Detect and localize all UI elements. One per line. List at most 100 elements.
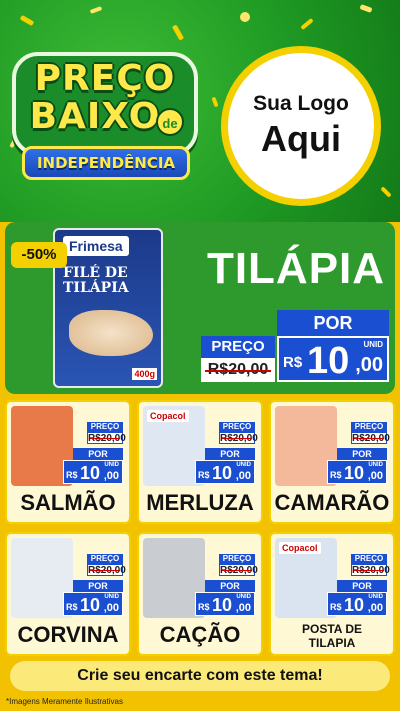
new-price: R$ 10 UNID ,00 (327, 460, 387, 484)
badge-de: de (156, 108, 184, 136)
price-integer: 10 (307, 340, 350, 382)
badge-band: INDEPENDÊNCIA (22, 146, 190, 180)
fish-fillet-image (69, 310, 153, 356)
price-currency: R$ (330, 470, 342, 480)
confetti-decoration (380, 186, 392, 198)
price-integer: 10 (80, 463, 101, 483)
product-card[interactable]: Copacol PREÇOR$20,00 POR R$10UNID ,00 MERLUZA (137, 400, 263, 524)
logo-placeholder[interactable]: Sua Logo Aqui (221, 46, 381, 206)
old-price: R$20,00 (87, 432, 126, 444)
new-price: R$ 10 UNID ,00 (277, 336, 389, 382)
cta-banner[interactable]: Crie seu encarte com este tema! (10, 661, 390, 691)
por-label: POR (277, 310, 389, 336)
product-name: CORVINA (17, 622, 119, 647)
preco-label: PREÇO (201, 336, 275, 358)
strikethrough (90, 438, 120, 439)
pack-name-line2: TILÁPIA (63, 280, 129, 296)
price-integer: 10 (212, 595, 233, 615)
confetti-decoration (300, 17, 314, 31)
new-price: R$ 10 UNID ,00 (63, 592, 123, 616)
old-price: R$20,00 (351, 564, 390, 576)
price-decimal: ,00 (367, 602, 383, 614)
price-decimal: ,00 (367, 470, 383, 482)
product-name: CAMARÃO (274, 490, 390, 515)
price-integer: 10 (212, 463, 233, 483)
pack-brand: Frimesa (63, 236, 129, 256)
strikethrough (222, 438, 252, 439)
pack-weight: 400g (132, 368, 157, 380)
por-label: POR (73, 580, 123, 592)
price-unit: UNID (368, 594, 383, 600)
product-image-brand: Copacol (279, 542, 321, 554)
hero-price-box: POR PREÇO R$20,00 R$ 10 UNID ,00 (201, 310, 389, 382)
confetti-decoration (89, 6, 103, 14)
preco-label: PREÇO (219, 554, 255, 564)
price-unit: UNID (363, 340, 383, 349)
por-label: POR (205, 580, 255, 592)
price-unit: UNID (236, 594, 251, 600)
product-name: SALMÃO (20, 490, 116, 515)
price-unit: UNID (104, 462, 119, 468)
new-price: R$ 10 UNID ,00 (195, 592, 255, 616)
old-price: R$20,00 (219, 564, 258, 576)
price-currency: R$ (66, 602, 78, 612)
price-decimal: ,00 (103, 602, 119, 614)
price-integer: 10 (344, 595, 365, 615)
pack-name-line1: FILÉ DE (63, 265, 128, 281)
por-label: POR (205, 448, 255, 460)
product-name: CAÇÃO (159, 622, 241, 647)
price-currency: R$ (283, 354, 303, 371)
price-unit: UNID (368, 462, 383, 468)
old-price: R$20,00 (87, 564, 126, 576)
confetti-decoration (211, 96, 219, 108)
product-card[interactable]: PREÇOR$20,00 POR R$10UNID ,00 CAÇÃO (137, 532, 263, 656)
por-label: POR (337, 448, 387, 460)
price-integer: 10 (80, 595, 101, 615)
preco-label: PREÇO (351, 422, 387, 432)
preco-label: PREÇO (87, 422, 123, 432)
product-image-brand: Copacol (147, 410, 189, 422)
disclaimer: *Imagens Meramente Ilustrativas (6, 697, 123, 706)
product-card[interactable]: Copacol PREÇOR$20,00 POR R$10UNID ,00 POSTA D… (269, 532, 395, 656)
confetti-decoration (240, 12, 250, 22)
pack-name: FILÉ DE TILÁPIA (63, 266, 129, 296)
price-currency: R$ (330, 602, 342, 612)
price-currency: R$ (66, 470, 78, 480)
price-currency: R$ (198, 470, 210, 480)
strikethrough (354, 438, 384, 439)
strikethrough (354, 570, 384, 571)
strikethrough (222, 570, 252, 571)
product-card[interactable]: PREÇOR$20,00 POR R$10UNID ,00 CAMARÃO (269, 400, 395, 524)
strikethrough (90, 570, 120, 571)
hero-offer[interactable]: Frimesa FILÉ DE TILÁPIA 400g -50% TILÁPI… (5, 222, 395, 394)
confetti-decoration (359, 4, 373, 13)
header-banner: PREÇO BAIXO de INDEPENDÊNCIA Sua Logo Aq… (0, 0, 400, 222)
price-unit: UNID (104, 594, 119, 600)
strikethrough (205, 370, 271, 372)
preco-label: PREÇO (219, 422, 255, 432)
new-price: R$ 10 UNID ,00 (63, 460, 123, 484)
logo-line2: Aqui (261, 118, 341, 159)
price-decimal: ,00 (355, 354, 383, 376)
new-price: R$ 10 UNID ,00 (195, 460, 255, 484)
price-unit: UNID (236, 462, 251, 468)
hero-product-title: TILÁPIA (206, 244, 386, 293)
product-card[interactable]: PREÇOR$20,00 POR R$10UNID ,00 SALMÃO (5, 400, 131, 524)
badge-band-label: INDEPENDÊNCIA (36, 154, 176, 172)
logo-line1: Sua Logo (253, 92, 349, 115)
badge-title-line1: PREÇO (34, 58, 176, 99)
old-price: R$20,00 (351, 432, 390, 444)
price-integer: 10 (344, 463, 365, 483)
new-price: R$ 10 UNID ,00 (327, 592, 387, 616)
confetti-decoration (19, 14, 35, 27)
discount-badge: -50% (11, 242, 67, 268)
old-price: R$20,00 (201, 358, 275, 382)
por-label: POR (73, 448, 123, 460)
por-label: POR (337, 580, 387, 592)
price-currency: R$ (198, 602, 210, 612)
old-price: R$20,00 (219, 432, 258, 444)
price-decimal: ,00 (235, 602, 251, 614)
price-decimal: ,00 (235, 470, 251, 482)
product-card[interactable]: PREÇOR$20,00 POR R$10UNID ,00 CORVINA (5, 532, 131, 656)
product-name: MERLUZA (146, 490, 254, 515)
